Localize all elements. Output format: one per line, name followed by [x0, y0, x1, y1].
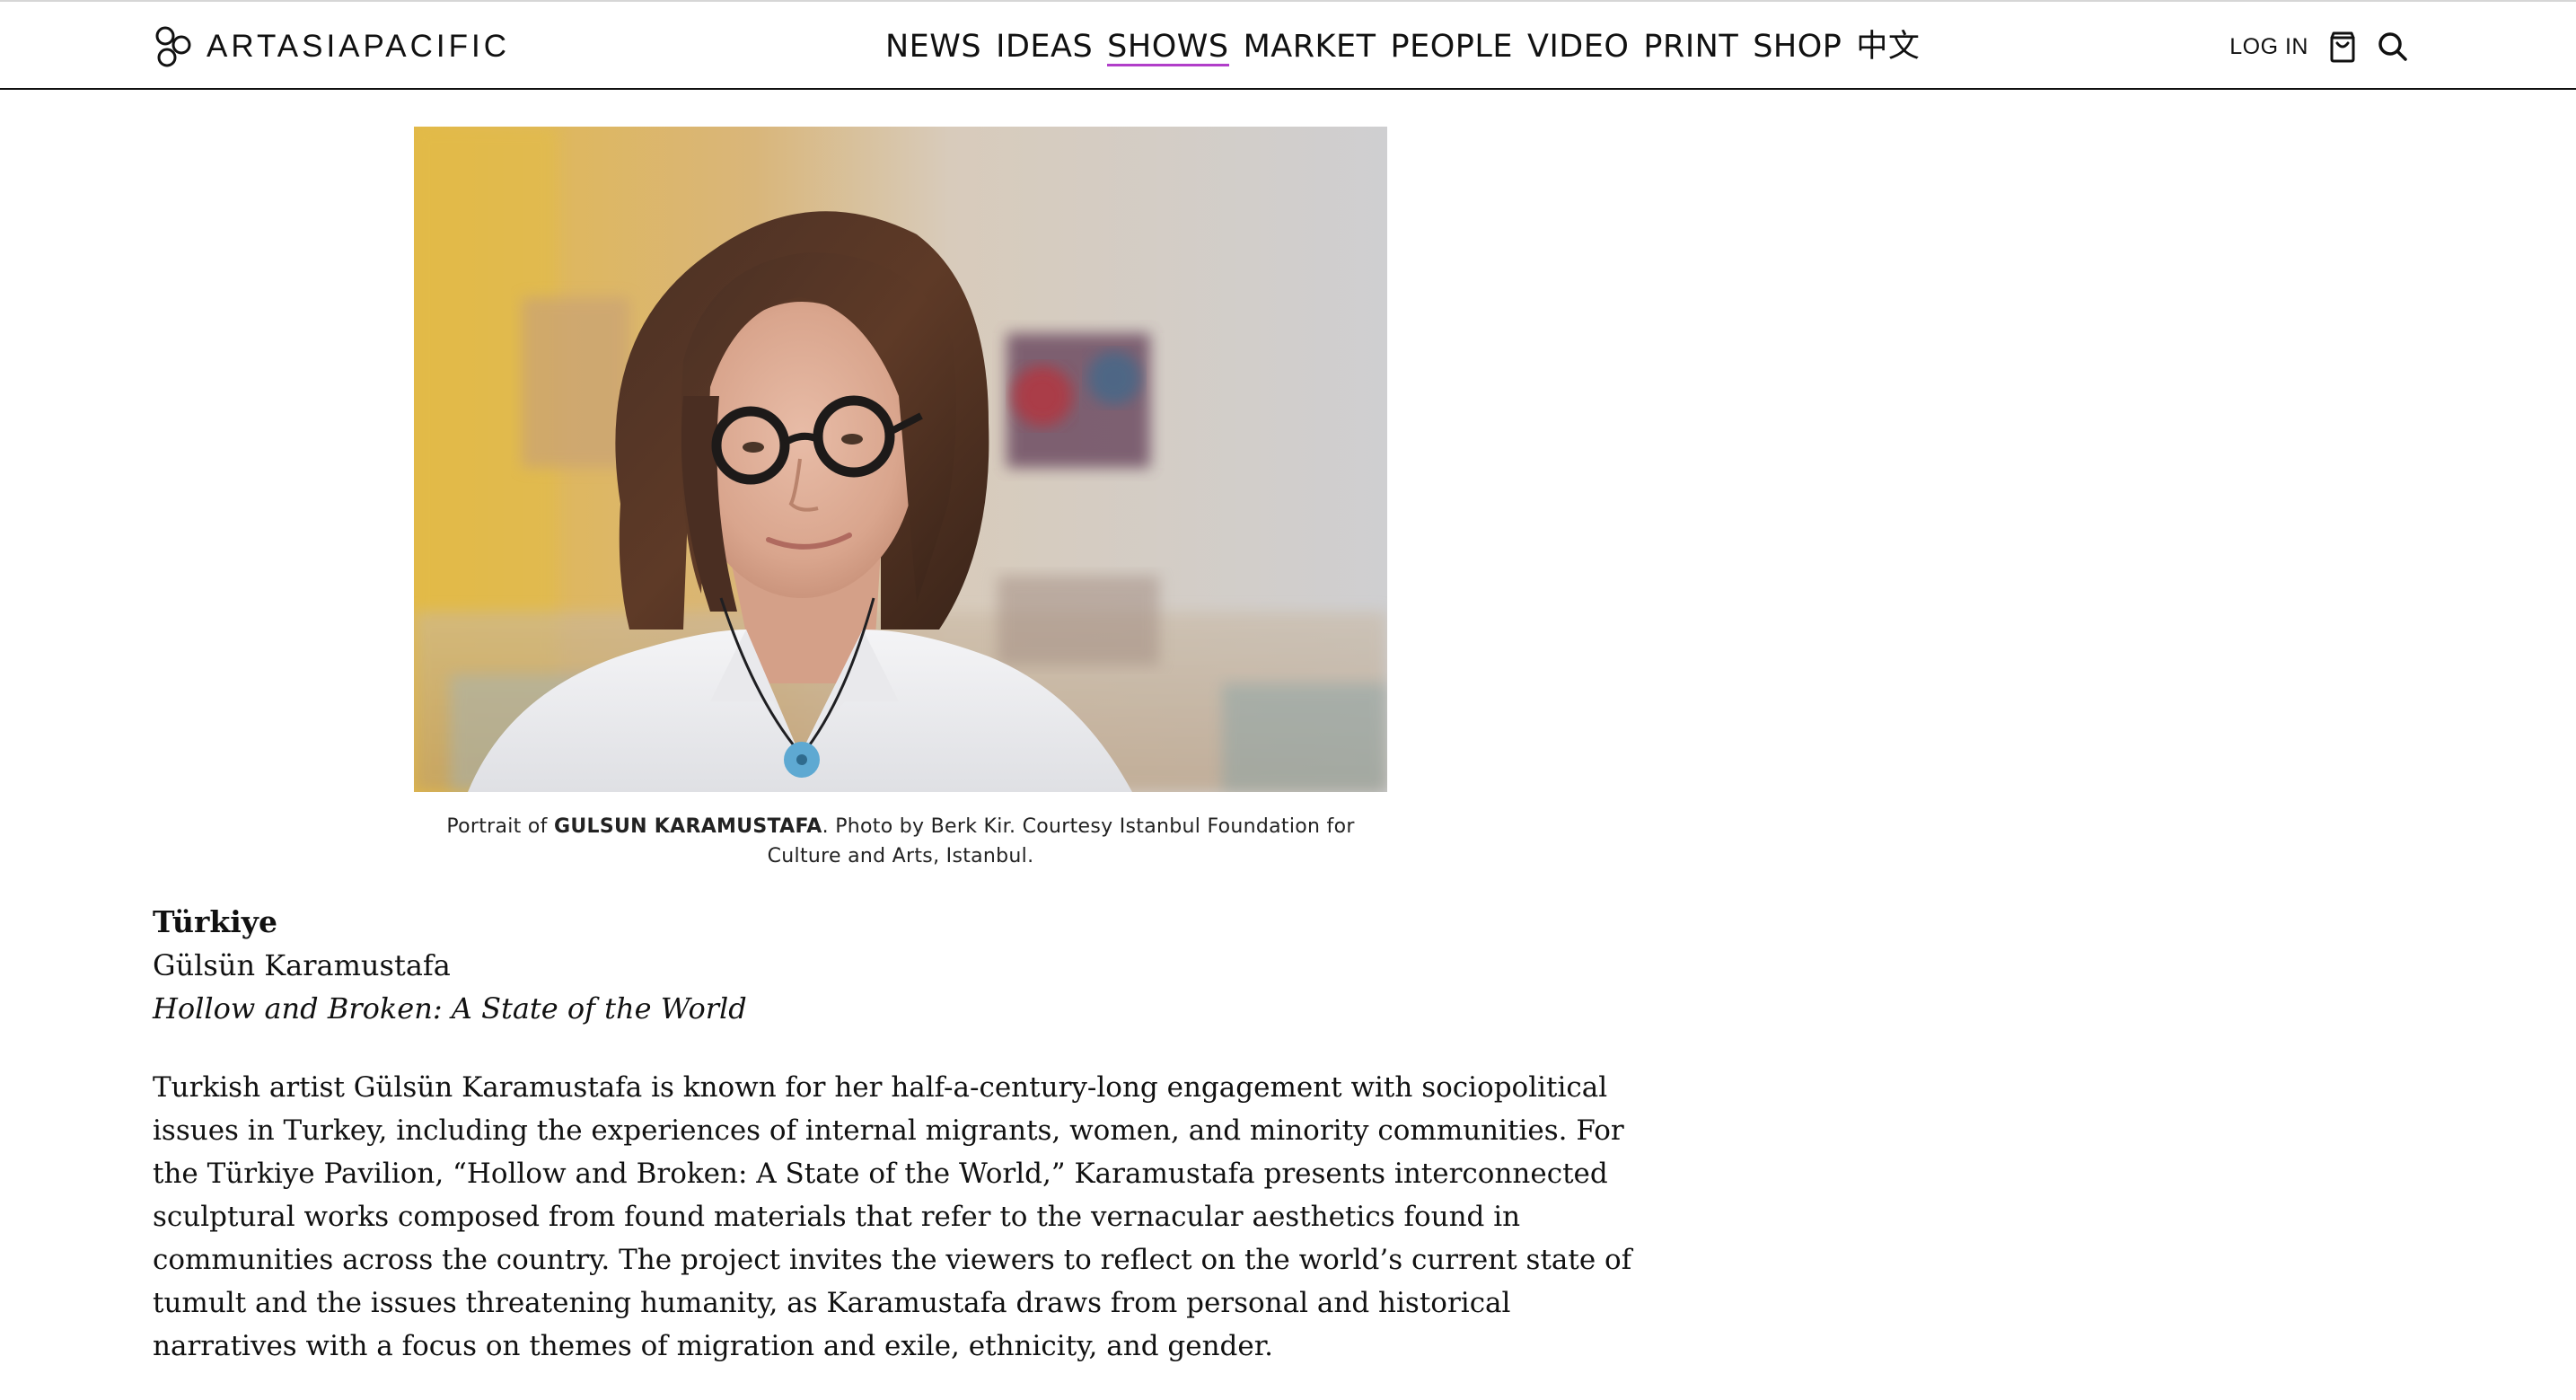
nav-ideas[interactable]: IDEAS	[996, 22, 1093, 72]
portrait-caption: Portrait of GULSUN KARAMUSTAFA. Photo by…	[414, 812, 1387, 871]
caption-artist-name: GULSUN KARAMUSTAFA	[553, 815, 822, 838]
search-icon[interactable]	[2377, 29, 2409, 65]
login-link[interactable]: LOG IN	[2229, 34, 2308, 60]
exhibition-title: Hollow and Broken: A State of the World	[153, 991, 747, 1026]
caption-prefix: Portrait of	[446, 815, 554, 838]
nav-chinese[interactable]: 中文	[1856, 22, 1920, 72]
artist-name: Gülsün Karamustafa	[153, 948, 451, 982]
site-logo[interactable]: ARTASIAPACIFIC	[151, 22, 510, 72]
article-paragraph: Turkish artist Gülsün Karamustafa is kno…	[153, 1071, 1632, 1362]
nav-video[interactable]: VIDEO	[1527, 22, 1629, 72]
caption-credit: . Photo by Berk Kir. Courtesy Istanbul F…	[767, 815, 1355, 867]
nav-news[interactable]: NEWS	[885, 22, 981, 72]
article-body: Türkiye Gülsün Karamustafa Hollow and Br…	[153, 901, 1652, 1396]
cart-icon[interactable]	[2326, 29, 2359, 65]
nav-market[interactable]: MARKET	[1244, 22, 1376, 72]
portrait-image	[414, 127, 1387, 792]
logo-text: ARTASIAPACIFIC	[207, 29, 510, 64]
nav-shop[interactable]: SHOP	[1753, 22, 1842, 72]
pavilion-country: Türkiye	[153, 904, 277, 939]
logo-mark-icon	[155, 26, 191, 67]
header-actions: LOG IN	[2229, 22, 2409, 72]
portrait-figure: Portrait of GULSUN KARAMUSTAFA. Photo by…	[414, 127, 1387, 871]
main-nav: NEWS IDEAS SHOWS MARKET PEOPLE VIDEO PRI…	[885, 22, 1920, 72]
nav-shows[interactable]: SHOWS	[1107, 22, 1230, 72]
nav-print[interactable]: PRINT	[1643, 22, 1738, 72]
site-header: ARTASIAPACIFIC NEWS IDEAS SHOWS MARKET P…	[0, 0, 2576, 90]
nav-people[interactable]: PEOPLE	[1391, 22, 1514, 72]
